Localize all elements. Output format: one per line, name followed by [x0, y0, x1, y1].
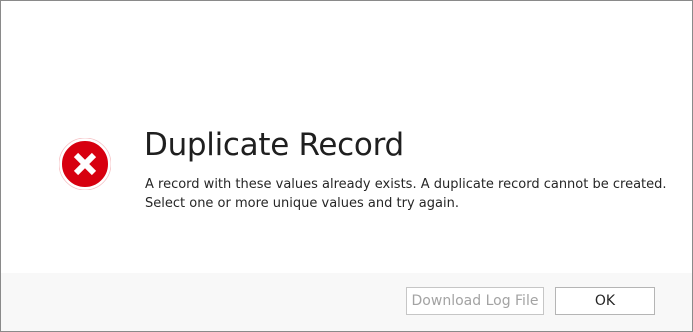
- ok-button[interactable]: OK: [555, 287, 655, 315]
- download-log-file-button[interactable]: Download Log File: [406, 287, 544, 315]
- dialog-message-line: A record with these values already exist…: [145, 177, 667, 192]
- dialog-message-line: Select one or more unique values and try…: [145, 196, 459, 211]
- dialog-title: Duplicate Record: [144, 127, 404, 163]
- duplicate-record-dialog: Duplicate Record A record with these val…: [0, 0, 693, 332]
- dialog-message: A record with these values already exist…: [145, 175, 667, 213]
- error-icon: [58, 137, 112, 191]
- dialog-footer: Download Log File OK: [1, 273, 692, 331]
- dialog-body: Duplicate Record A record with these val…: [1, 1, 692, 273]
